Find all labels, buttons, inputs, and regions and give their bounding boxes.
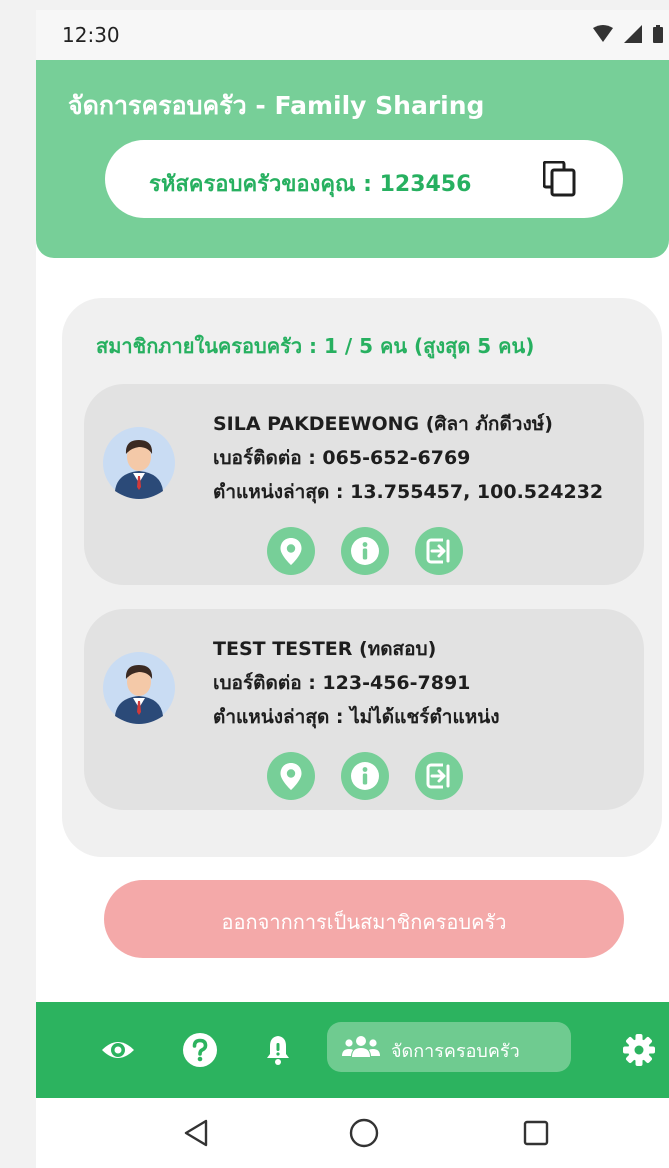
- member-name: SILA PAKDEEWONG (ศิลา ภักดีวงษ์): [213, 413, 553, 435]
- help-icon[interactable]: [182, 1032, 218, 1068]
- status-bar: 12:30: [36, 10, 669, 60]
- info-button[interactable]: [341, 527, 389, 575]
- bell-icon[interactable]: [260, 1032, 296, 1068]
- status-time: 12:30: [62, 23, 120, 47]
- recents-icon[interactable]: [523, 1118, 549, 1148]
- info-button[interactable]: [341, 752, 389, 800]
- family-code-label: รหัสครอบครัวของคุณ : 123456: [149, 172, 472, 197]
- phone-screen: 12:30 จัดการครอบครัว - Family Sharing รห…: [36, 10, 669, 1168]
- family-management-tab[interactable]: จัดการครอบครัว: [327, 1022, 571, 1072]
- back-icon[interactable]: [183, 1118, 209, 1148]
- family-icon: [342, 1036, 380, 1057]
- member-location: ตำแหน่งล่าสุด : 13.755457, 100.524232: [213, 481, 604, 503]
- member-name: TEST TESTER (ทดสอบ): [213, 638, 437, 660]
- status-icons: [587, 25, 663, 45]
- member-location: ตำแหน่งล่าสุด : ไม่ได้แชร์ตำแหน่ง: [213, 706, 500, 728]
- exit-icon: [426, 538, 452, 564]
- eye-icon[interactable]: [100, 1032, 136, 1068]
- avatar: [103, 652, 175, 724]
- member-info: TEST TESTER (ทดสอบ) เบอร์ติดต่อ : 123-45…: [213, 632, 499, 734]
- location-button[interactable]: [267, 752, 315, 800]
- members-card: สมาชิกภายในครอบครัว : 1 / 5 คน (สูงสุด 5…: [62, 298, 662, 857]
- exit-button[interactable]: [415, 527, 463, 575]
- copy-icon[interactable]: [543, 161, 577, 197]
- avatar: [103, 427, 175, 499]
- battery-icon: [653, 25, 663, 43]
- page-title: จัดการครอบครัว - Family Sharing: [68, 91, 485, 120]
- info-icon: [351, 537, 379, 565]
- exit-icon: [426, 763, 452, 789]
- header: จัดการครอบครัว - Family Sharing รหัสครอบ…: [36, 60, 669, 258]
- member-card: TEST TESTER (ทดสอบ) เบอร์ติดต่อ : 123-45…: [84, 609, 644, 810]
- member-card: SILA PAKDEEWONG (ศิลา ภักดีวงษ์) เบอร์ติ…: [84, 384, 644, 585]
- bottom-nav: จัดการครอบครัว: [36, 1002, 669, 1098]
- exit-button[interactable]: [415, 752, 463, 800]
- members-heading: สมาชิกภายในครอบครัว : 1 / 5 คน (สูงสุด 5…: [96, 334, 535, 358]
- member-info: SILA PAKDEEWONG (ศิลา ภักดีวงษ์) เบอร์ติ…: [213, 407, 603, 509]
- location-pin-icon: [280, 763, 302, 790]
- system-nav-bar: [36, 1098, 669, 1168]
- location-pin-icon: [280, 538, 302, 565]
- wifi-icon: [592, 25, 613, 42]
- family-management-label: จัดการครอบครัว: [391, 1041, 520, 1062]
- family-code-box: รหัสครอบครัวของคุณ : 123456: [105, 140, 623, 218]
- leave-family-button[interactable]: ออกจากการเป็นสมาชิกครอบครัว: [104, 880, 624, 958]
- signal-icon: [623, 25, 642, 43]
- info-icon: [351, 762, 379, 790]
- member-phone: เบอร์ติดต่อ : 065-652-6769: [213, 447, 471, 469]
- home-icon[interactable]: [349, 1118, 379, 1148]
- leave-family-label: ออกจากการเป็นสมาชิกครอบครัว: [221, 910, 507, 934]
- location-button[interactable]: [267, 527, 315, 575]
- gear-icon[interactable]: [621, 1032, 657, 1068]
- member-phone: เบอร์ติดต่อ : 123-456-7891: [213, 672, 471, 694]
